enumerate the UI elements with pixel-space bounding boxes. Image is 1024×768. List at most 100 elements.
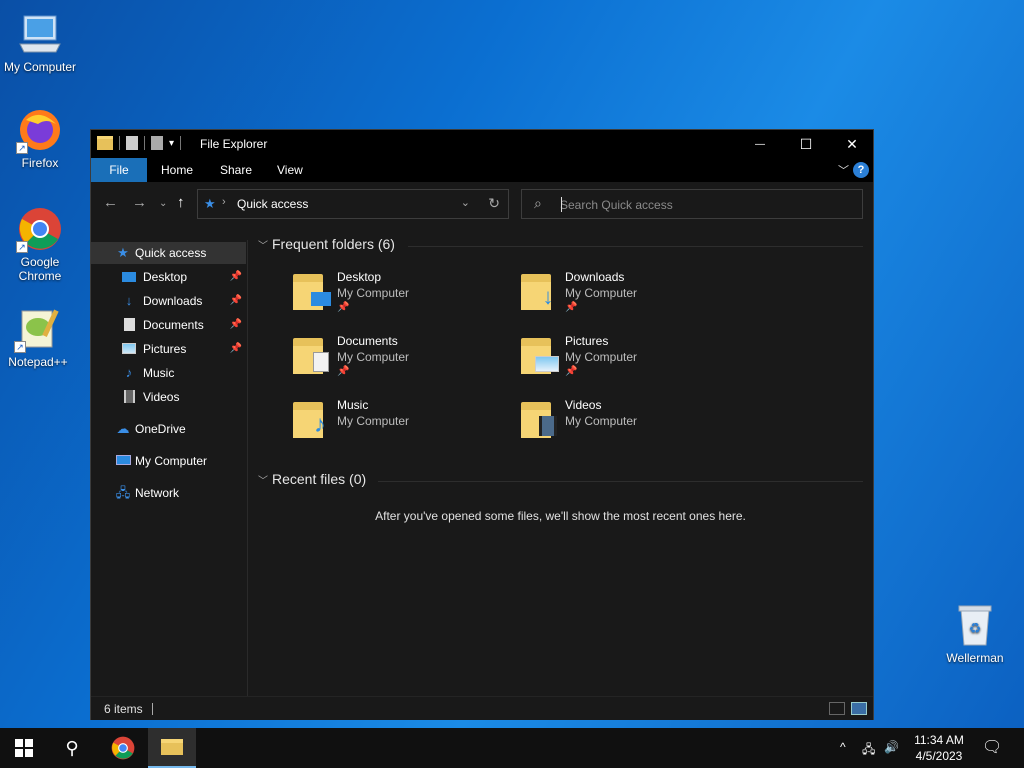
desktop-icon-firefox[interactable]: ↗ Firefox xyxy=(0,106,80,170)
up-button[interactable]: ↑ xyxy=(177,194,185,211)
clock[interactable]: 11:34 AM 4/5/2023 xyxy=(906,732,972,764)
sidebar-item-label: Downloads xyxy=(143,294,203,308)
folder-name: Pictures xyxy=(565,334,609,348)
sidebar-item-downloads[interactable]: ↓ Downloads 📌 xyxy=(91,290,246,312)
desktop-icon-notepad-plus-plus[interactable]: ↗ Notepad++ xyxy=(0,305,78,369)
taskbar-chrome[interactable] xyxy=(99,728,147,768)
sidebar-item-label: Documents xyxy=(143,318,204,332)
folder-name: Desktop xyxy=(337,270,382,284)
sidebar-item-documents[interactable]: Documents 📌 xyxy=(91,314,246,336)
close-button[interactable]: ✕ xyxy=(829,130,875,158)
quick-access-star-icon: ★ xyxy=(204,196,216,211)
forward-button[interactable]: → xyxy=(132,194,147,211)
videos-folder-icon xyxy=(519,398,561,440)
breadcrumb-chevron-icon[interactable]: › xyxy=(222,196,226,208)
network-icon[interactable]: 🖧 xyxy=(862,740,875,761)
folder-location: My Computer xyxy=(565,414,638,428)
title-bar[interactable]: ▾ File Explorer — ☐ ✕ xyxy=(91,130,873,158)
recent-files-empty-message: After you've opened some files, we'll sh… xyxy=(375,509,746,523)
desktop-icon-wellerman[interactable]: ♻ Wellerman xyxy=(935,601,1015,665)
breadcrumb-quick-access[interactable]: Quick access xyxy=(237,197,308,211)
address-bar[interactable]: ★ › Quick access ⌄ ↻ xyxy=(197,189,509,219)
tab-view[interactable]: View xyxy=(265,158,315,182)
computer-icon xyxy=(16,10,64,58)
clock-date: 4/5/2023 xyxy=(915,749,963,763)
minimize-button[interactable]: — xyxy=(737,130,783,158)
sidebar-item-pictures[interactable]: Pictures 📌 xyxy=(91,338,246,360)
minimize-icon: — xyxy=(755,138,765,150)
sidebar-item-label: OneDrive xyxy=(135,422,186,436)
address-dropdown-icon[interactable]: ⌄ xyxy=(461,196,470,209)
sidebar-item-onedrive[interactable]: ☁ OneDrive xyxy=(91,418,246,440)
notifications-icon[interactable]: 🗨 xyxy=(982,737,1002,757)
frequent-folder-pictures[interactable]: Pictures My Computer 📌 xyxy=(519,332,739,388)
tab-home[interactable]: Home xyxy=(149,158,205,182)
pin-icon[interactable]: 📌 xyxy=(230,290,242,312)
expand-ribbon-icon[interactable]: ﹀ xyxy=(838,162,849,178)
pin-icon[interactable]: 📌 xyxy=(230,314,242,336)
sidebar-item-quick-access[interactable]: ★ Quick access xyxy=(91,242,246,264)
desktop-icon-label: Wellerman xyxy=(946,651,1004,665)
maximize-icon: ☐ xyxy=(799,135,813,152)
new-folder-icon[interactable] xyxy=(151,136,163,150)
recent-files-header[interactable]: ﹀ Recent files (0) xyxy=(258,471,366,487)
recent-files-title: Recent files (0) xyxy=(272,471,367,487)
cloud-icon: ☁ xyxy=(116,421,130,436)
frequent-folder-videos[interactable]: Videos My Computer xyxy=(519,396,739,452)
ribbon-tabs: File Home Share View ﹀ ? xyxy=(91,158,873,182)
start-button[interactable] xyxy=(0,728,48,768)
item-count: 6 items xyxy=(104,702,143,716)
frequent-folder-desktop[interactable]: Desktop My Computer 📌 xyxy=(291,268,511,324)
tab-share[interactable]: Share xyxy=(208,158,264,182)
search-box[interactable]: ⌕ xyxy=(521,189,863,219)
sidebar-item-music[interactable]: ♪ Music xyxy=(91,362,246,384)
chrome-icon: ↗ xyxy=(16,205,64,253)
refresh-icon[interactable]: ↻ xyxy=(488,195,500,212)
chevron-down-icon: ﹀ xyxy=(258,241,268,252)
frequent-folder-music[interactable]: ♪ Music My Computer xyxy=(291,396,511,452)
tab-file[interactable]: File xyxy=(91,158,147,182)
properties-icon[interactable] xyxy=(126,136,138,150)
frequent-folder-documents[interactable]: Documents My Computer 📌 xyxy=(291,332,511,388)
help-icon[interactable]: ? xyxy=(853,162,869,178)
quick-access-toolbar: ▾ xyxy=(97,136,182,150)
pin-icon[interactable]: 📌 xyxy=(230,266,242,288)
shortcut-arrow-icon: ↗ xyxy=(16,142,28,154)
file-explorer-window: ▾ File Explorer — ☐ ✕ File Home Share Vi… xyxy=(90,129,874,720)
show-hidden-icons-button[interactable]: ^ xyxy=(840,740,846,754)
search-button[interactable]: ⚲ xyxy=(48,728,96,768)
maximize-button[interactable]: ☐ xyxy=(783,130,829,158)
desktop-icon-google-chrome[interactable]: ↗ Google Chrome xyxy=(0,205,80,283)
volume-icon[interactable]: 🔊 xyxy=(884,740,899,754)
folder-name: Music xyxy=(337,398,369,412)
recent-locations-button[interactable]: ⌄ xyxy=(159,198,167,209)
divider xyxy=(378,481,863,482)
details-view-button[interactable] xyxy=(829,702,845,715)
desktop-icon-label: Notepad++ xyxy=(8,355,68,369)
pin-icon: 📌 xyxy=(565,302,578,313)
search-icon: ⚲ xyxy=(65,737,79,758)
frequent-folder-downloads[interactable]: ↓ Downloads My Computer 📌 xyxy=(519,268,739,324)
separator xyxy=(119,136,120,150)
sidebar-item-network[interactable]: 🖧 Network xyxy=(91,482,246,504)
sidebar-item-my-computer[interactable]: My Computer xyxy=(91,450,246,472)
desktop-icon-my-computer[interactable]: My Computer xyxy=(0,10,80,74)
clock-time: 11:34 AM xyxy=(914,733,964,747)
sidebar-item-videos[interactable]: Videos xyxy=(91,386,246,408)
download-icon: ↓ xyxy=(125,293,133,308)
customize-toolbar-icon[interactable]: ▾ xyxy=(169,138,174,149)
folder-icon xyxy=(97,136,113,150)
svg-text:♻: ♻ xyxy=(969,621,982,637)
taskbar-file-explorer[interactable] xyxy=(148,728,196,768)
back-button[interactable]: ← xyxy=(103,194,118,211)
shortcut-arrow-icon: ↗ xyxy=(14,341,26,353)
large-icons-view-button[interactable] xyxy=(851,702,867,715)
pin-icon[interactable]: 📌 xyxy=(230,338,242,360)
frequent-folders-header[interactable]: ﹀ Frequent folders (6) xyxy=(258,236,395,252)
pictures-folder-icon xyxy=(519,334,561,376)
search-input[interactable] xyxy=(560,195,850,215)
pin-icon: 📌 xyxy=(337,366,350,377)
sidebar-item-desktop[interactable]: Desktop 📌 xyxy=(91,266,246,288)
folder-location: My Computer xyxy=(565,286,638,300)
notepad-plus-plus-icon: ↗ xyxy=(14,305,62,353)
